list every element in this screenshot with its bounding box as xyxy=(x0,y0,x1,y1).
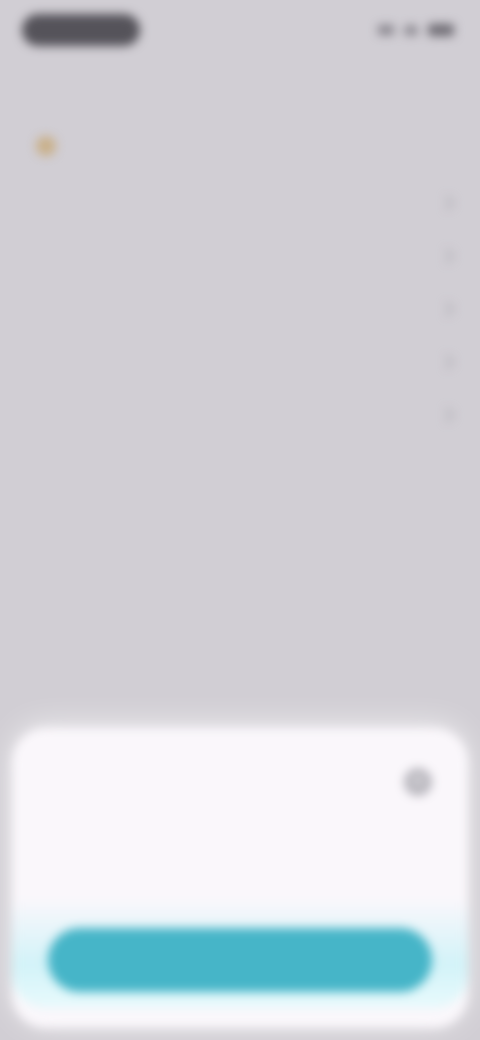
battery-icon xyxy=(428,24,454,36)
settings-row-5[interactable] xyxy=(0,388,480,441)
settings-row-1[interactable] xyxy=(0,176,480,229)
chevron-right-icon xyxy=(439,354,455,369)
chevron-right-icon xyxy=(439,407,455,422)
primary-action-button[interactable] xyxy=(48,928,432,992)
status-pill xyxy=(22,14,140,46)
close-icon: × xyxy=(413,773,423,790)
status-bar xyxy=(0,0,480,60)
chevron-right-icon xyxy=(439,248,455,263)
blurred-background: × xyxy=(0,0,480,1040)
settings-row-4[interactable] xyxy=(0,335,480,388)
settings-row-2[interactable] xyxy=(0,229,480,282)
chevron-right-icon xyxy=(439,195,455,210)
signal-icon xyxy=(378,25,394,35)
status-icons xyxy=(378,24,454,36)
bottom-sheet: × xyxy=(12,728,468,1028)
settings-row-3[interactable] xyxy=(0,282,480,335)
close-button[interactable]: × xyxy=(404,768,432,796)
chevron-right-icon xyxy=(439,301,455,316)
emoji-icon xyxy=(36,136,56,156)
page-title xyxy=(26,128,56,164)
wifi-icon xyxy=(404,25,418,35)
settings-list xyxy=(0,176,480,441)
back-link[interactable] xyxy=(26,82,96,96)
